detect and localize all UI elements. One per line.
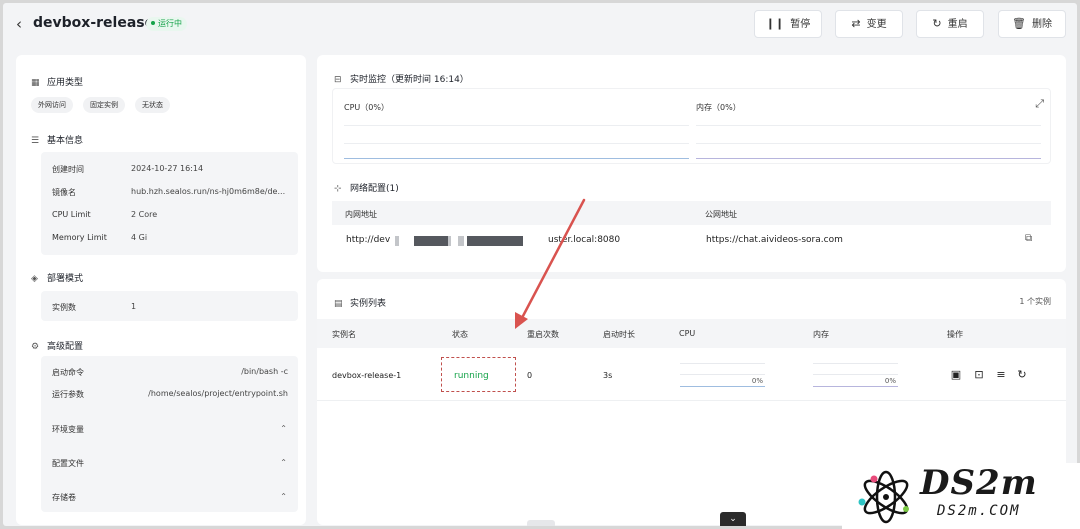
- scroll-down-icon[interactable]: ⌄: [720, 512, 746, 526]
- watermark-brand: DS2m: [920, 463, 1038, 503]
- arrow-head: [515, 312, 528, 329]
- arrow-shaft: [521, 198, 586, 318]
- scroll-handle[interactable]: [527, 520, 555, 526]
- atom-logo-icon: [858, 470, 909, 524]
- watermark-domain: DS2m.COM: [937, 503, 1021, 519]
- app-window: ‹ devbox-release 运行中 ❙❙ 暂停 ⇄ 变更 ↻ 重启 🗑 删除 ▦ 应…: [3, 3, 1077, 526]
- annotation-arrow: [515, 198, 586, 329]
- watermark: DS2m DS2m.COM: [842, 463, 1080, 529]
